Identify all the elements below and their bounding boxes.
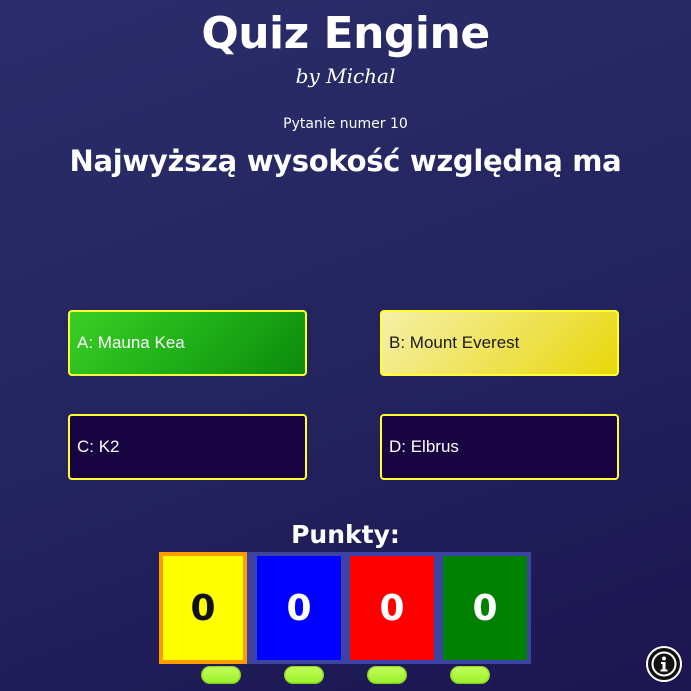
player-1-score: 0 — [159, 552, 247, 664]
info-button[interactable] — [646, 646, 682, 682]
app-title: Quiz Engine — [201, 8, 490, 59]
score-panel: 0 0 0 0 — [159, 552, 531, 664]
player-3-indicator — [367, 666, 407, 684]
answer-b-button[interactable]: B: Mount Everest — [380, 310, 619, 376]
player-2-score: 0 — [257, 556, 341, 660]
answer-d-button[interactable]: D: Elbrus — [380, 414, 619, 480]
answer-a-button[interactable]: A: Mauna Kea — [68, 310, 307, 376]
question-text: Najwyższą wysokość względną ma — [69, 144, 622, 178]
answer-b-label: B: Mount Everest — [389, 333, 520, 352]
info-icon — [651, 651, 677, 677]
player-2-indicator — [284, 666, 324, 684]
player-4-indicator — [450, 666, 490, 684]
answer-a-label: A: Mauna Kea — [77, 333, 185, 352]
player-1-indicator — [201, 666, 241, 684]
question-number: Pytanie numer 10 — [283, 116, 408, 132]
points-label: Punkty: — [291, 520, 400, 549]
player-4-score: 0 — [443, 556, 527, 660]
answer-c-label: C: K2 — [77, 437, 120, 456]
answer-d-label: D: Elbrus — [389, 437, 459, 456]
player-3-score: 0 — [350, 556, 434, 660]
answer-c-button[interactable]: C: K2 — [68, 414, 307, 480]
app-subtitle: by Michal — [295, 64, 396, 88]
